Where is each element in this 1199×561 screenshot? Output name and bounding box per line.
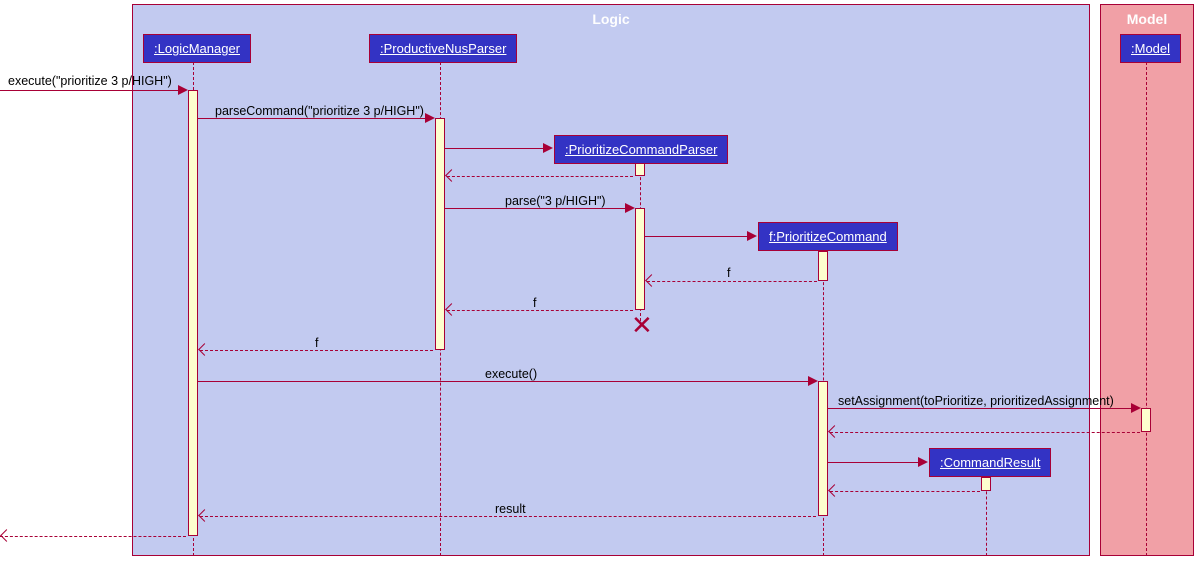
arrow-create-cr <box>828 462 926 463</box>
box-logic-title: Logic <box>133 5 1089 27</box>
arrow-setassignment <box>828 408 1139 409</box>
participant-label: :PrioritizeCommandParser <box>565 142 717 157</box>
msg-f3-label: f <box>315 336 318 350</box>
arrow-return-external-head <box>0 529 13 542</box>
arrow-return-pcp1 <box>447 176 633 177</box>
participant-model: :Model <box>1120 34 1181 63</box>
activation-fpc-2 <box>818 381 828 516</box>
msg-result-label: result <box>495 502 526 516</box>
arrow-parsecommand-head <box>425 113 435 123</box>
activation-model <box>1141 408 1151 432</box>
activation-commandresult <box>981 477 991 491</box>
participant-logicmanager: :LogicManager <box>143 34 251 63</box>
participant-prioritizecommandparser: :PrioritizeCommandParser <box>554 135 728 164</box>
lifeline-model <box>1146 62 1147 556</box>
participant-label: :CommandResult <box>940 455 1040 470</box>
arrow-return-model <box>830 432 1140 433</box>
msg-setassignment-label: setAssignment(toPrioritize, prioritizedA… <box>838 394 1114 408</box>
msg-parse-label: parse("3 p/HIGH") <box>505 194 606 208</box>
arrow-result <box>200 516 816 517</box>
arrow-create-fpc <box>645 236 755 237</box>
arrow-execute-head <box>178 85 188 95</box>
msg-parsecommand-label: parseCommand("prioritize 3 p/HIGH") <box>215 104 424 118</box>
box-model: Model <box>1100 4 1194 556</box>
arrow-create-pcp <box>445 148 551 149</box>
msg-f1-label: f <box>727 266 730 280</box>
arrow-return-external <box>0 536 186 537</box>
arrow-create-pcp-head <box>543 143 553 153</box>
arrow-execute <box>0 90 186 91</box>
activation-pcp-1 <box>635 163 645 176</box>
participant-label: :ProductiveNusParser <box>380 41 506 56</box>
sequence-diagram: Logic Model :LogicManager :ProductiveNus… <box>0 0 1199 561</box>
arrow-return-cr <box>830 491 980 492</box>
arrow-setassignment-head <box>1131 403 1141 413</box>
participant-commandresult: :CommandResult <box>929 448 1051 477</box>
arrow-execute2 <box>198 381 816 382</box>
arrow-create-cr-head <box>918 457 928 467</box>
activation-logicmanager <box>188 90 198 536</box>
arrow-f1 <box>647 281 817 282</box>
arrow-parse-head <box>625 203 635 213</box>
participant-label: f:PrioritizeCommand <box>769 229 887 244</box>
participant-productivenusparser: :ProductiveNusParser <box>369 34 517 63</box>
activation-pcp-2 <box>635 208 645 310</box>
arrow-f3 <box>200 350 433 351</box>
arrow-parse <box>445 208 633 209</box>
arrow-f2 <box>447 310 633 311</box>
participant-label: :LogicManager <box>154 41 240 56</box>
msg-f2-label: f <box>533 296 536 310</box>
activation-fpc-1 <box>818 251 828 281</box>
participant-prioritizecommand: f:PrioritizeCommand <box>758 222 898 251</box>
participant-label: :Model <box>1131 41 1170 56</box>
box-model-title: Model <box>1101 5 1193 27</box>
msg-execute-label: execute("prioritize 3 p/HIGH") <box>8 74 172 88</box>
destroy-pcp: ✕ <box>631 312 653 338</box>
arrow-execute2-head <box>808 376 818 386</box>
arrow-parsecommand <box>198 118 433 119</box>
msg-execute2-label: execute() <box>485 367 537 381</box>
arrow-create-fpc-head <box>747 231 757 241</box>
activation-productivenusparser <box>435 118 445 350</box>
